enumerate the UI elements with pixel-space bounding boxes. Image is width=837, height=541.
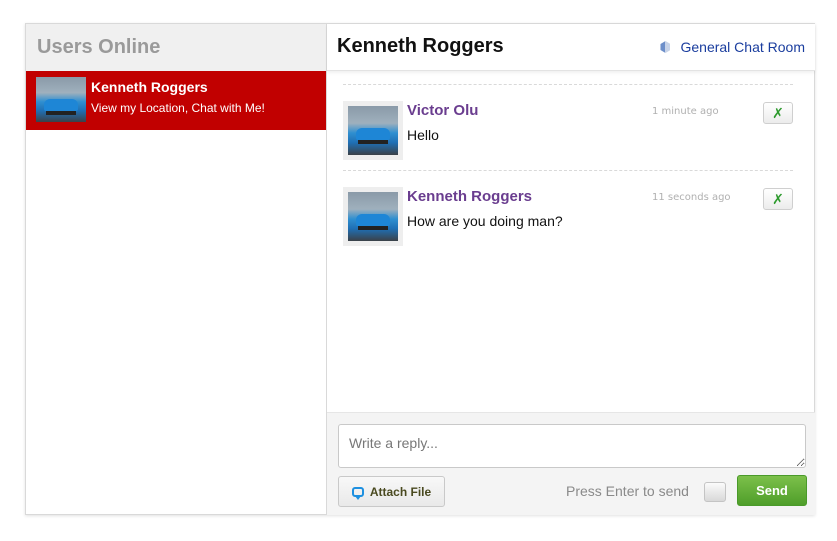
avatar <box>348 192 398 241</box>
message-text: Hello <box>407 127 439 143</box>
message-text: How are you doing man? <box>407 213 563 229</box>
sidebar: Users Online Kenneth Roggers View my Loc… <box>26 24 327 514</box>
avatar <box>348 106 398 155</box>
speech-bubble-icon <box>351 486 364 500</box>
send-button[interactable]: Send <box>737 475 807 506</box>
avatar <box>36 77 86 122</box>
message-item: Kenneth Roggers How are you doing man? 1… <box>343 170 793 256</box>
online-user-item[interactable]: Kenneth Roggers View my Location, Chat w… <box>26 71 326 130</box>
message-author[interactable]: Kenneth Roggers <box>407 188 532 205</box>
chat-panel: Kenneth Roggers General Chat Room Victor… <box>327 24 815 515</box>
message-author[interactable]: Victor Olu <box>407 102 478 119</box>
room-link-label: General Chat Room <box>680 39 805 55</box>
chat-header: Kenneth Roggers General Chat Room <box>327 24 815 71</box>
user-status: View my Location, Chat with Me! <box>91 101 265 115</box>
press-enter-label: Press Enter to send <box>566 483 689 499</box>
message-time: 11 seconds ago <box>652 192 731 203</box>
message-list: Victor Olu Hello 1 minute ago ✗ Kenneth … <box>343 84 793 256</box>
user-name: Kenneth Roggers <box>91 79 208 95</box>
x-icon: ✗ <box>772 190 784 207</box>
message-time: 1 minute ago <box>652 106 719 117</box>
message-action-button[interactable]: ✗ <box>763 102 793 124</box>
attach-file-button[interactable]: Attach File <box>338 476 445 507</box>
message-item: Victor Olu Hello 1 minute ago ✗ <box>343 84 793 170</box>
composer: Attach File Press Enter to send Send <box>327 412 815 515</box>
message-action-button[interactable]: ✗ <box>763 188 793 210</box>
user-texts: Kenneth Roggers View my Location, Chat w… <box>91 77 265 115</box>
x-icon: ✗ <box>772 104 784 121</box>
reply-input[interactable] <box>338 424 806 468</box>
sidebar-title: Users Online <box>37 36 161 58</box>
general-chat-room-link[interactable]: General Chat Room <box>660 39 805 55</box>
message-avatar <box>343 187 403 246</box>
chat-app: Users Online Kenneth Roggers View my Loc… <box>25 23 815 515</box>
room-icon <box>660 41 671 53</box>
attach-file-label: Attach File <box>369 484 432 499</box>
sidebar-header: Users Online <box>26 24 326 71</box>
chat-title: Kenneth Roggers <box>337 35 504 57</box>
press-enter-toggle[interactable] <box>704 482 726 502</box>
message-avatar <box>343 101 403 160</box>
